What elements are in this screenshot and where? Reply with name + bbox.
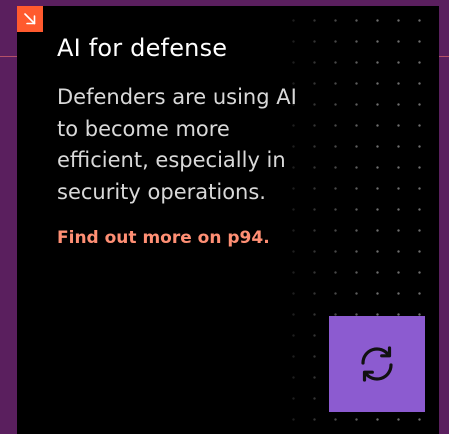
info-card: AI for defense Defenders are using AI to… bbox=[17, 6, 439, 434]
page-background: AI for defense Defenders are using AI to… bbox=[0, 0, 449, 434]
corner-badge bbox=[17, 6, 43, 32]
sync-tile bbox=[329, 316, 425, 412]
arrow-down-right-icon bbox=[24, 13, 36, 25]
find-out-more-link[interactable]: Find out more on p94. bbox=[57, 228, 270, 248]
sync-icon bbox=[361, 346, 393, 382]
card-title: AI for defense bbox=[57, 34, 228, 62]
card-description: Defenders are using AI to become more ef… bbox=[57, 85, 297, 204]
